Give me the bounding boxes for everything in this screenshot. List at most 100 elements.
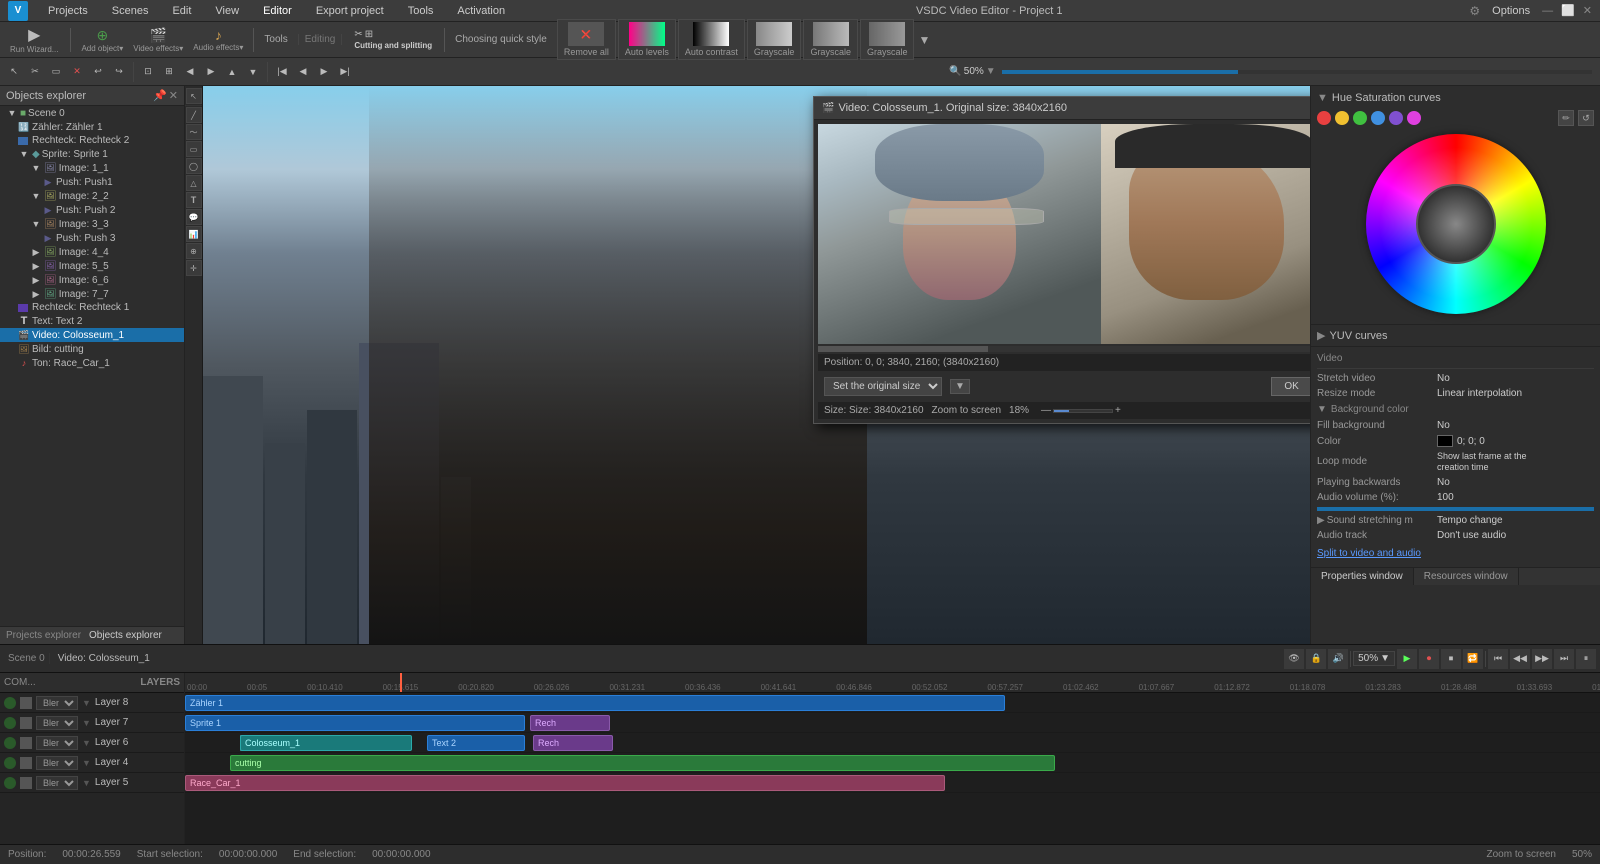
grayscale-button2[interactable]: Grayscale — [803, 19, 858, 60]
tl-view-btn[interactable]: 👁 — [1284, 649, 1304, 669]
tree-item-image7[interactable]: ▶ 🖼 Image: 7_7 — [0, 287, 184, 301]
ok-button[interactable]: OK — [1271, 377, 1310, 396]
menu-edit[interactable]: Edit — [168, 3, 195, 19]
dropdown-arrow[interactable]: ▼ — [950, 379, 970, 394]
tl-record-btn[interactable]: ⏺ — [1419, 649, 1439, 669]
more-styles-button[interactable]: ▼ — [916, 19, 932, 60]
tl-lock-btn[interactable]: 🔒 — [1306, 649, 1326, 669]
tl-next-frame[interactable]: ⏭ — [1554, 649, 1574, 669]
objects-explorer-tab[interactable]: Objects explorer — [89, 630, 162, 641]
tree-item-image2[interactable]: ▼ 🖼 Image: 2_2 — [0, 189, 184, 203]
move-up[interactable]: ▲ — [222, 62, 242, 82]
options-button[interactable]: Options — [1488, 3, 1534, 19]
yellow-dot[interactable] — [1335, 111, 1349, 125]
nav-back[interactable]: ◀ — [293, 62, 313, 82]
clip-rech2[interactable]: Rech — [533, 735, 613, 751]
clip-zahler1[interactable]: Zähler 1 — [185, 695, 1005, 711]
select-tool[interactable]: ↖ — [4, 62, 24, 82]
track7-blend[interactable]: Blend — [36, 716, 78, 730]
auto-levels-button[interactable]: Auto levels — [618, 19, 676, 60]
align-left[interactable]: ⊡ — [138, 62, 158, 82]
auto-contrast-button[interactable]: Auto contrast — [678, 19, 745, 60]
tl-pause[interactable]: ⏸ — [1576, 649, 1596, 669]
tree-item-text2[interactable]: T Text: Text 2 — [0, 314, 184, 328]
speech-btn[interactable]: 💬 — [186, 209, 202, 225]
track8-blend[interactable]: Blend — [36, 696, 78, 710]
tree-item-image3[interactable]: ▼ 🖼 Image: 3_3 — [0, 217, 184, 231]
track6-vis[interactable] — [4, 737, 16, 749]
zoom-plus[interactable]: + — [1115, 405, 1121, 416]
panel-pin-btn[interactable]: 📌 — [153, 89, 167, 102]
track8-audio[interactable] — [20, 697, 32, 709]
dialog-scrollbar[interactable] — [818, 346, 1310, 352]
yuv-collapse-btn[interactable]: ▶ — [1317, 329, 1325, 342]
move-back[interactable]: ◀ — [180, 62, 200, 82]
tl-prev[interactable]: ◀◀ — [1510, 649, 1530, 669]
audio-effects-button[interactable]: ♪ Audio effects▾ — [189, 25, 247, 54]
draw-curve-btn[interactable]: 〜 — [186, 124, 202, 140]
menu-view[interactable]: View — [211, 3, 243, 19]
tl-mute-btn[interactable]: 🔊 — [1328, 649, 1348, 669]
clip-cutting[interactable]: cutting — [230, 755, 1055, 771]
tree-item-push3[interactable]: ▶ Push: Push 3 — [0, 231, 184, 245]
tl-loop-btn[interactable]: 🔁 — [1463, 649, 1483, 669]
chart-btn[interactable]: 📊 — [186, 226, 202, 242]
clip-racecar[interactable]: Race_Car_1 — [185, 775, 945, 791]
bg-collapse-btn[interactable]: ▼ — [1317, 404, 1327, 415]
track4-audio[interactable] — [20, 757, 32, 769]
track5-vis[interactable] — [4, 777, 16, 789]
track7-audio[interactable] — [20, 717, 32, 729]
move-btn[interactable]: ✛ — [186, 260, 202, 276]
tree-item-rechteck2[interactable]: Rechteck: Rechteck 2 — [0, 134, 184, 147]
menu-scenes[interactable]: Scenes — [108, 3, 153, 19]
clip-text2[interactable]: Text 2 — [427, 735, 525, 751]
redo-tool[interactable]: ↪ — [109, 62, 129, 82]
track4-vis[interactable] — [4, 757, 16, 769]
tree-item-scene0[interactable]: ▼ ■ Scene 0 — [0, 106, 184, 120]
menu-editor[interactable]: Editor — [259, 3, 296, 19]
zoom-slider[interactable] — [1002, 70, 1592, 74]
tree-item-push1[interactable]: ▶ Push: Push1 — [0, 175, 184, 189]
timeline-body[interactable]: 00:00 00:05 00:10.410 00:15.615 00:20.82… — [185, 673, 1600, 844]
draw-rect-btn[interactable]: ▭ — [186, 141, 202, 157]
pencil-tool-btn[interactable]: ✏ — [1558, 110, 1574, 126]
reset-tool-btn[interactable]: ↺ — [1578, 110, 1594, 126]
align-center[interactable]: ⊞ — [159, 62, 179, 82]
color-swatch[interactable] — [1437, 435, 1453, 447]
track5-blend[interactable]: Blend — [36, 776, 78, 790]
move-forward[interactable]: ▶ — [201, 62, 221, 82]
track4-blend[interactable]: Blend — [36, 756, 78, 770]
track6-audio[interactable] — [20, 737, 32, 749]
undo-tool[interactable]: ↩ — [88, 62, 108, 82]
color-wheel[interactable] — [1366, 134, 1546, 314]
tl-stop-btn[interactable]: ⏹ — [1441, 649, 1461, 669]
zoom-dropdown[interactable]: ▼ — [986, 66, 996, 77]
tree-item-ton1[interactable]: ♪ Ton: Race_Car_1 — [0, 356, 184, 370]
grayscale-button1[interactable]: Grayscale — [747, 19, 802, 60]
draw-ellipse-btn[interactable]: ◯ — [186, 158, 202, 174]
layer-btn[interactable]: ⊕ — [186, 243, 202, 259]
text-btn[interactable]: T — [186, 192, 202, 208]
move-down[interactable]: ▼ — [243, 62, 263, 82]
tree-item-push2[interactable]: ▶ Push: Push 2 — [0, 203, 184, 217]
tree-item-zahler1[interactable]: 🔢 Zähler: Zähler 1 — [0, 120, 184, 134]
projects-explorer-tab[interactable]: Projects explorer — [6, 630, 81, 641]
menu-activation[interactable]: Activation — [453, 3, 509, 19]
clip-sprite1[interactable]: Sprite 1 — [185, 715, 525, 731]
tl-next[interactable]: ▶▶ — [1532, 649, 1552, 669]
zoom-minus[interactable]: — — [1041, 405, 1051, 416]
track5-audio[interactable] — [20, 777, 32, 789]
split-video-audio-link[interactable]: Split to video and audio — [1317, 548, 1421, 559]
clip-rech1[interactable]: Rech — [530, 715, 610, 731]
cutting-splitting-button[interactable]: ✂ ⊞ Cutting and splitting — [348, 27, 438, 52]
cursor-btn[interactable]: ↖ — [186, 88, 202, 104]
color-wheel-inner[interactable] — [1416, 184, 1496, 264]
tree-item-image1[interactable]: ▼ 🖼 Image: 1_1 — [0, 161, 184, 175]
draw-poly-btn[interactable]: △ — [186, 175, 202, 191]
blue-dot[interactable] — [1371, 111, 1385, 125]
run-wizard-button[interactable]: ▶ Run Wizard... — [4, 23, 64, 56]
properties-window-tab[interactable]: Properties window — [1311, 568, 1414, 585]
remove-all-button[interactable]: ❌ Remove all — [557, 19, 616, 60]
tree-item-rechteck1[interactable]: Rechteck: Rechteck 1 — [0, 301, 184, 314]
nav-end[interactable]: ▶| — [335, 62, 355, 82]
